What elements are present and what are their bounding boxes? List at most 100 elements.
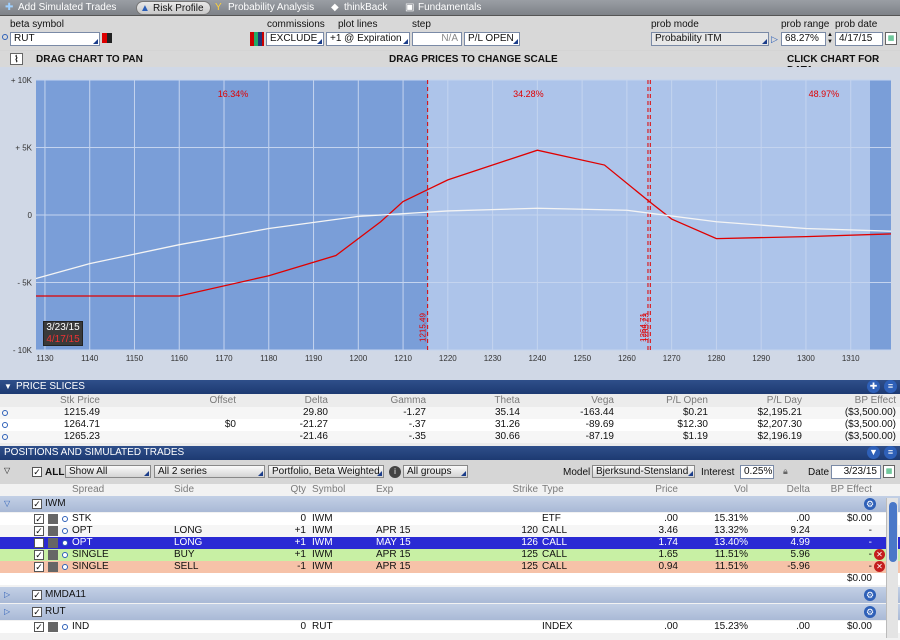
chart-style-icon[interactable]: ⌇ (10, 53, 23, 65)
collapse-icon[interactable]: ▼ (4, 380, 12, 394)
y-tick-label: + 5K (15, 144, 32, 153)
table-row[interactable]: ✓ SINGLE SELL -1 IWM APR 15 125 CALL 0.94 11.51% -… (0, 561, 900, 573)
row-link-icon[interactable] (62, 564, 68, 570)
row-checkbox[interactable]: ✓ (34, 562, 44, 572)
table-row[interactable]: ✓ OPT LONG +1 IWM APR 15 120 CALL 3.46 13.32% 9.24… (0, 525, 900, 537)
positions-menu-icon[interactable]: ≡ (884, 446, 897, 459)
row-color-swatch[interactable] (48, 538, 58, 548)
group-gear-icon[interactable]: ⚙ (864, 589, 876, 601)
group-toggle-icon[interactable]: ▷ (4, 604, 10, 620)
scrollbar-thumb[interactable] (889, 502, 897, 562)
group-gear-icon[interactable]: ⚙ (864, 498, 876, 510)
cell: 3.46 (658, 525, 678, 536)
cell (458, 621, 540, 633)
cell: 15.31% (714, 513, 748, 524)
risk-profile-chart[interactable]: + 10K + 5K 0 - 5K - 10K 1130 1140 1150 1160 1170… (0, 67, 900, 380)
cell: -1 (297, 561, 306, 572)
tab-probability-analysis[interactable]: Y Probability Analysis (212, 1, 320, 15)
table-row[interactable]: ✓ IND 0 RUT INDEX .00 15.23% .00 $0.00 (0, 621, 900, 633)
row-link-icon[interactable] (62, 528, 68, 534)
row-link-icon[interactable] (62, 552, 68, 558)
all-checkbox[interactable]: ✓ (32, 467, 42, 477)
calendar-icon[interactable]: ▦ (885, 32, 897, 45)
weight-filter-select[interactable]: Portfolio, Beta Weighted (268, 465, 384, 478)
show-filter-select[interactable]: Show All (65, 465, 151, 478)
positions-calendar-icon[interactable]: ▦ (883, 465, 895, 478)
row-checkbox[interactable]: ✓ (34, 538, 44, 548)
row-link-icon[interactable] (62, 516, 68, 522)
cell: -87.19 (585, 431, 614, 442)
row-color-swatch[interactable] (48, 622, 58, 632)
risk-profile-svg[interactable]: + 10K + 5K 0 - 5K - 10K 1130 1140 1150 1160 1170… (0, 67, 900, 380)
step-input[interactable]: N/A (412, 32, 462, 46)
lock-icon[interactable]: 🔒︎ (783, 466, 788, 477)
groups-info-icon[interactable]: i (389, 466, 401, 478)
cell: IWM (312, 525, 333, 536)
row-link-icon[interactable] (62, 624, 68, 630)
prob-range-stepper[interactable]: ▲ ▼ (827, 32, 833, 46)
expand-all-icon[interactable]: ▽ (4, 466, 10, 475)
tab-fundamentals[interactable]: ▣ Fundamentals (402, 1, 487, 15)
model-select[interactable]: Bjerksund-Stensland (592, 465, 695, 478)
row-link-icon[interactable] (62, 540, 68, 546)
collapse-positions-icon[interactable]: ▼ (867, 446, 880, 459)
table-row[interactable]: 1264.71 $0 -21.27 -.37 31.26 -89.69 $12.30 $2,2… (0, 419, 900, 431)
table-row[interactable]: 1215.49 29.80 -1.27 35.14 -163.44 $0.21 $2,195… (0, 407, 900, 419)
row-color-swatch[interactable] (48, 514, 58, 524)
add-slice-icon[interactable]: ✚ (867, 380, 880, 393)
table-row[interactable]: ✓ STK 0 IWM ETF .00 15.31% .00 $0.00 (0, 513, 900, 525)
row-color-swatch[interactable] (48, 562, 58, 572)
cell (374, 621, 456, 633)
row-checkbox[interactable]: ✓ (34, 526, 44, 536)
interest-input[interactable]: 0.25% (740, 465, 774, 479)
price-slices-title: PRICE SLICES (16, 381, 85, 392)
slice-menu-icon[interactable]: ≡ (884, 380, 897, 393)
slice-link-icon[interactable] (2, 422, 8, 428)
row-checkbox[interactable]: ✓ (34, 550, 44, 560)
tab-risk-profile[interactable]: ▲ Risk Profile (136, 1, 211, 15)
group-checkbox[interactable]: ✓ (32, 607, 42, 617)
grid-icon[interactable] (250, 32, 264, 46)
group-header[interactable]: ▽ ✓ IWM ⚙ (0, 496, 900, 512)
group-gear-icon[interactable]: ⚙ (864, 606, 876, 618)
table-row[interactable]: 1265.23 -21.46 -.35 30.66 -87.19 $1.19 $2,196.… (0, 431, 900, 443)
groups-filter-select[interactable]: All groups (403, 465, 468, 478)
cell: 120 (521, 525, 538, 536)
beta-symbol-input[interactable]: RUT (10, 32, 100, 46)
commissions-select[interactable]: EXCLUDE (266, 32, 324, 46)
table-row[interactable]: ✓ SINGLE BUY +1 IWM APR 15 125 CALL 1.65 11.51% 5.… (0, 549, 900, 561)
row-color-swatch[interactable] (48, 526, 58, 536)
slice-link-icon[interactable] (2, 434, 8, 440)
date-input[interactable]: 3/23/15 (831, 465, 881, 479)
group-header[interactable]: ▷ ✓ MMDA11 ⚙ (0, 587, 900, 603)
cell: - (868, 525, 872, 536)
tab-thinkback[interactable]: ◆ thinkBack (328, 1, 393, 15)
group-total-row: $0.00 (0, 573, 900, 585)
prob-date-input[interactable]: 4/17/15 (835, 32, 883, 46)
table-row[interactable]: ✓ OPT LONG +1 IWM MAY 15 126 CALL 1.74 13.40% 4.99… (0, 537, 900, 549)
series-filter-select[interactable]: All 2 series (154, 465, 265, 478)
row-checkbox[interactable]: ✓ (34, 514, 44, 524)
group-checkbox[interactable]: ✓ (32, 499, 42, 509)
positions-scrollbar[interactable] (886, 498, 898, 638)
x-tick-label: 1190 (305, 354, 323, 363)
group-toggle-icon[interactable]: ▽ (4, 496, 10, 512)
delete-row-icon[interactable]: ✕ (874, 549, 885, 560)
color-picker-icon[interactable] (102, 33, 112, 43)
slice-link-icon[interactable] (2, 410, 8, 416)
group-header[interactable]: ▷ ✓ RUT ⚙ (0, 604, 900, 620)
row-color-swatch[interactable] (48, 550, 58, 560)
delete-row-icon[interactable]: ✕ (874, 561, 885, 572)
prob-range-input[interactable]: 68.27% (781, 32, 826, 46)
cell: MAY 15 (376, 537, 411, 548)
plot-lines-select[interactable]: +1 @ Expiration (326, 32, 410, 46)
prob-mode-select[interactable]: Probability ITM (651, 32, 769, 46)
row-checkbox[interactable]: ✓ (34, 622, 44, 632)
pl-select[interactable]: P/L OPEN (464, 32, 520, 46)
cell: Delta (786, 484, 810, 495)
group-toggle-icon[interactable]: ▷ (4, 587, 10, 603)
group-checkbox[interactable]: ✓ (32, 590, 42, 600)
play-icon[interactable]: ▷ (771, 34, 778, 45)
group-name: MMDA11 (45, 589, 86, 600)
tab-add-simulated-trades[interactable]: ✚ Add Simulated Trades (2, 1, 122, 15)
